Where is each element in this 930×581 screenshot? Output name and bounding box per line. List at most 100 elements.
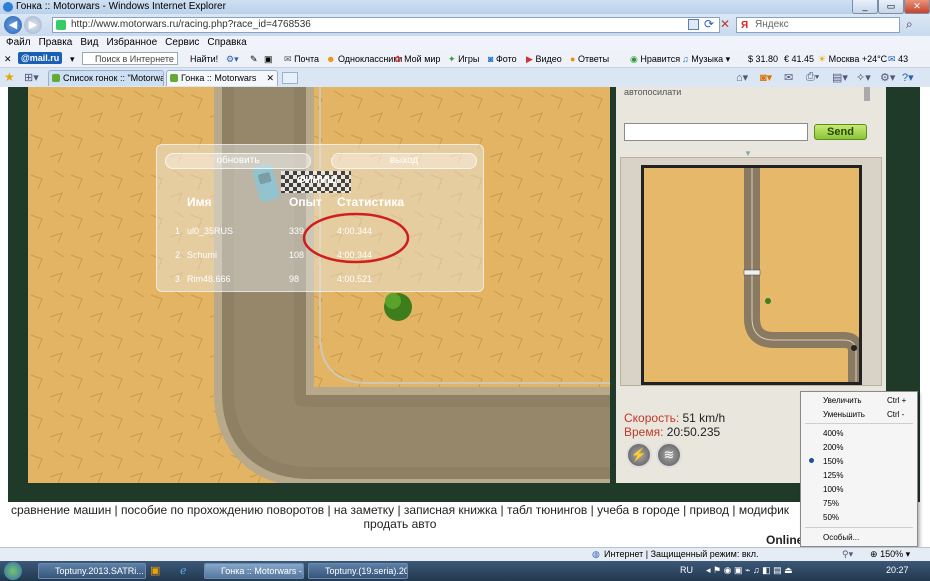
envelope-icon: ✉ [284,54,292,64]
ie-taskbar-icon[interactable]: ℯ [180,564,187,577]
zoom-level-50[interactable]: 50% [823,513,839,522]
horn-button[interactable]: ≋ [656,442,682,468]
toolbar-tools-icon[interactable]: ⚙▾ [226,53,239,65]
zoom-level-400[interactable]: 400% [823,429,843,438]
tray-icons[interactable]: ◂ ⚑ ◉ ▣ ⌁ ♫ ◧ ▤ ⏏ [706,565,793,576]
zoom-out-item[interactable]: Уменьшить [823,410,865,419]
taskbar-item[interactable]: Гонка :: Motorwars -... [204,563,304,579]
zoom-status[interactable]: ⊕ 150% ▾ [870,549,910,560]
zoom-menu: Увеличить Ctrl + Уменьшить Ctrl - 400% 2… [800,391,918,547]
media-player-icon[interactable]: ▣ [150,564,160,577]
result-pos: 1 [175,226,181,236]
address-bar[interactable]: http://www.motorwars.ru/racing.php?race_… [52,17,720,33]
toolbar-link-answers[interactable]: ● Ответы [570,53,609,65]
taskbar-item[interactable]: Toptuny.2013.SATRi... [38,563,146,579]
new-tab-button[interactable] [282,72,298,84]
help-icon[interactable]: ?▾ [902,71,914,84]
toolbar-square-icon[interactable]: ▣ [264,53,273,65]
chat-text-partial: автопосилати [624,87,682,97]
search-placeholder: Яндекс [755,19,789,30]
toolbar-like[interactable]: ◉ Нравится [630,53,680,65]
weather-icon: ☀ [818,54,827,64]
refresh-button[interactable]: обновить [165,153,311,169]
mailru-logo[interactable]: @mail.ru [18,52,63,64]
toolbar-search-placeholder: Поиск в Интернете [95,54,174,64]
finish-sign-text: ФИНИШ [297,175,338,186]
toolbar-usd[interactable]: $ 31.80 [748,53,778,65]
quick-tabs-icon[interactable]: ⊞▾ [24,71,39,84]
toolbar-eur[interactable]: € 41.45 [784,53,814,65]
close-toolbar-icon[interactable]: ✕ [4,53,12,65]
toolbar-find-button[interactable]: Найти! [190,53,218,65]
taskbar-item[interactable]: Toptuny.(19.seria).20... [308,563,408,579]
zoom-in-item[interactable]: Увеличить [823,396,862,405]
toolbar-weather[interactable]: ☀ Москва +24°C [818,53,887,65]
mail-read-icon[interactable]: ✉ [784,71,793,84]
start-button[interactable] [4,562,22,580]
highlight-circle [302,212,410,264]
menu-help[interactable]: Справка [207,36,246,50]
toolbar-link-ok[interactable]: ☻ Одноклассники [326,53,402,65]
tab-race[interactable]: Гонка :: Motorwars ✕ [166,70,278,86]
maximize-button[interactable]: ▭ [878,0,904,14]
language-indicator[interactable]: RU [680,565,693,575]
page-menu-icon[interactable]: ▤▾ [832,71,848,84]
safety-icon[interactable]: ✧▾ [856,71,871,84]
refresh-icon[interactable]: ⟳ [704,17,714,31]
zoom-in-shortcut: Ctrl + [887,396,907,405]
tab-close-icon[interactable]: ✕ [266,71,274,86]
home-icon[interactable]: ⌂▾ [736,71,748,84]
menu-favorites[interactable]: Избранное [106,36,157,50]
result-name: ul0_35RUS [187,226,234,236]
search-icon[interactable]: ⌕ [906,17,913,32]
tab-race-list[interactable]: Список гонок :: "Motorwa... [48,70,164,86]
zoom-level-100[interactable]: 100% [823,485,843,494]
menu-bar: Файл Правка Вид Избранное Сервис Справка [0,36,930,50]
tab-race-list-label: Список гонок :: "Motorwa... [63,73,164,83]
exit-button[interactable]: выход [331,153,477,169]
send-button[interactable]: Send [814,124,867,140]
toolbar-link-video[interactable]: ▶ Видео [526,53,562,65]
menu-edit[interactable]: Правка [39,36,73,50]
close-button[interactable]: ✕ [904,0,930,14]
stop-icon[interactable]: ✕ [720,17,730,31]
compat-view-icon[interactable] [688,19,699,30]
zoom-level-200[interactable]: 200% [823,443,843,452]
chat-scrollbar[interactable] [864,87,870,101]
taskbar-item-label: Гонка :: Motorwars -... [221,566,304,576]
zoom-custom-item[interactable]: Особый... [823,533,859,542]
footer-links-line1[interactable]: сравнение машин | пособие по прохождению… [0,503,800,517]
menu-tools[interactable]: Сервис [165,36,199,50]
zoom-level-150[interactable]: 150% [823,457,843,466]
toolbar-mail-count[interactable]: ✉ 43 [888,53,908,65]
forward-button[interactable]: ▶ [24,16,42,34]
feeds-icon[interactable]: ◙▾ [760,71,772,84]
toolbar-dropdown-icon[interactable]: ▾ [70,53,75,65]
menu-view[interactable]: Вид [80,36,98,50]
menu-file[interactable]: Файл [6,36,31,50]
toolbar-link-games[interactable]: ✦ Игры [448,53,479,65]
nitro-button[interactable]: ⚡ [626,442,652,468]
like-icon: ◉ [630,54,638,64]
footer-links[interactable]: сравнение машин | пособие по прохождению… [0,503,800,531]
toolbar-search-input[interactable]: Поиск в Интернете [82,52,178,65]
toolbar-pencil-icon[interactable]: ✎ [250,53,258,65]
chat-input[interactable] [624,123,808,141]
zoom-level-125[interactable]: 125% [823,471,843,480]
zoom-level-75[interactable]: 75% [823,499,839,508]
toolbar-link-myworld[interactable]: ✿ Мой мир [394,53,440,65]
print-icon[interactable]: ⎙▾ [806,71,819,84]
protected-mode-icon[interactable]: ⚲▾ [842,549,853,560]
footer-links-line2[interactable]: продать авто [0,517,800,531]
toolbar-link-mail[interactable]: ✉ Почта [284,53,319,65]
favorites-star-icon[interactable]: ★ [4,70,15,84]
minimize-button[interactable]: _ [852,0,878,14]
address-row: ◀ ▶ http://www.motorwars.ru/racing.php?r… [0,14,930,36]
tools-icon[interactable]: ⚙▾ [880,71,895,84]
toolbar-music[interactable]: ♫ Музыка ▾ [682,53,730,65]
search-field[interactable]: Я Яндекс [736,17,900,33]
result-name: Schumi [187,250,218,260]
back-button[interactable]: ◀ [4,16,22,34]
toolbar-link-photo[interactable]: ◙ Фото [488,53,517,65]
header-name: Имя [187,195,212,209]
